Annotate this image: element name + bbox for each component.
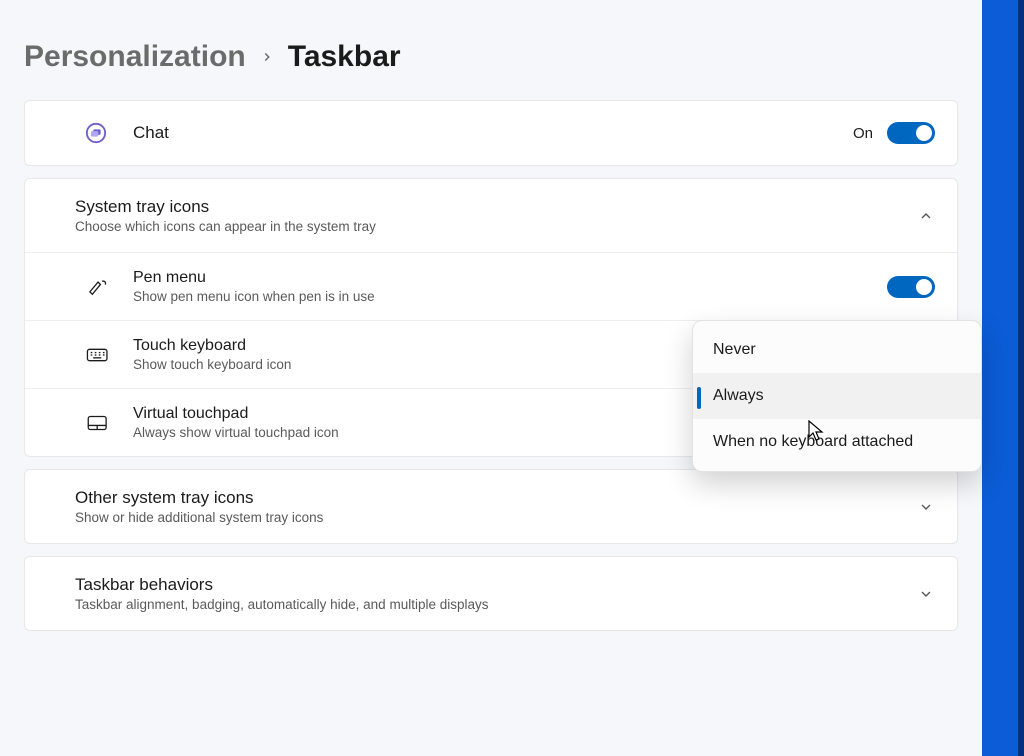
touch-keyboard-dropdown: Never Always When no keyboard attached xyxy=(692,320,982,472)
keyboard-icon xyxy=(85,344,133,366)
system-tray-subtitle: Choose which icons can appear in the sys… xyxy=(75,219,917,234)
system-tray-title: System tray icons xyxy=(75,197,917,217)
window-edge-decoration xyxy=(982,0,1024,756)
page-title: Taskbar xyxy=(288,40,401,74)
taskbar-behaviors-title: Taskbar behaviors xyxy=(75,575,917,595)
chat-label: Chat xyxy=(133,123,853,143)
dropdown-option-never[interactable]: Never xyxy=(693,327,981,373)
system-tray-expander[interactable]: System tray icons Choose which icons can… xyxy=(25,179,957,253)
chevron-up-icon xyxy=(917,207,935,225)
other-tray-expander[interactable]: Other system tray icons Show or hide add… xyxy=(25,470,957,543)
chat-row: Chat On xyxy=(25,101,957,165)
taskbar-behaviors-expander[interactable]: Taskbar behaviors Taskbar alignment, bad… xyxy=(25,557,957,630)
chat-state-text: On xyxy=(853,125,873,142)
pen-menu-toggle[interactable] xyxy=(887,276,935,298)
pen-menu-row: Pen menu Show pen menu icon when pen is … xyxy=(25,253,957,320)
taskbar-behaviors-card: Taskbar behaviors Taskbar alignment, bad… xyxy=(24,556,958,631)
dropdown-option-when-no-keyboard[interactable]: When no keyboard attached xyxy=(693,419,981,465)
other-tray-subtitle: Show or hide additional system tray icon… xyxy=(75,510,917,525)
other-tray-card: Other system tray icons Show or hide add… xyxy=(24,469,958,544)
dropdown-option-always[interactable]: Always xyxy=(693,373,981,419)
cursor-icon xyxy=(808,420,826,447)
pen-menu-subtitle: Show pen menu icon when pen is in use xyxy=(133,289,887,304)
breadcrumb-parent[interactable]: Personalization xyxy=(24,40,246,74)
breadcrumb: Personalization Taskbar xyxy=(24,40,958,74)
taskbar-behaviors-subtitle: Taskbar alignment, badging, automaticall… xyxy=(75,597,917,612)
settings-page: Personalization Taskbar Chat On xyxy=(0,0,982,631)
chat-icon xyxy=(85,122,133,144)
pen-menu-title: Pen menu xyxy=(133,269,887,287)
chevron-down-icon xyxy=(917,498,935,516)
touchpad-icon xyxy=(85,412,133,434)
chevron-right-icon xyxy=(260,44,274,70)
pen-icon xyxy=(85,276,133,298)
other-tray-title: Other system tray icons xyxy=(75,488,917,508)
chat-card: Chat On xyxy=(24,100,958,166)
chevron-down-icon xyxy=(917,585,935,603)
chat-toggle[interactable] xyxy=(887,122,935,144)
